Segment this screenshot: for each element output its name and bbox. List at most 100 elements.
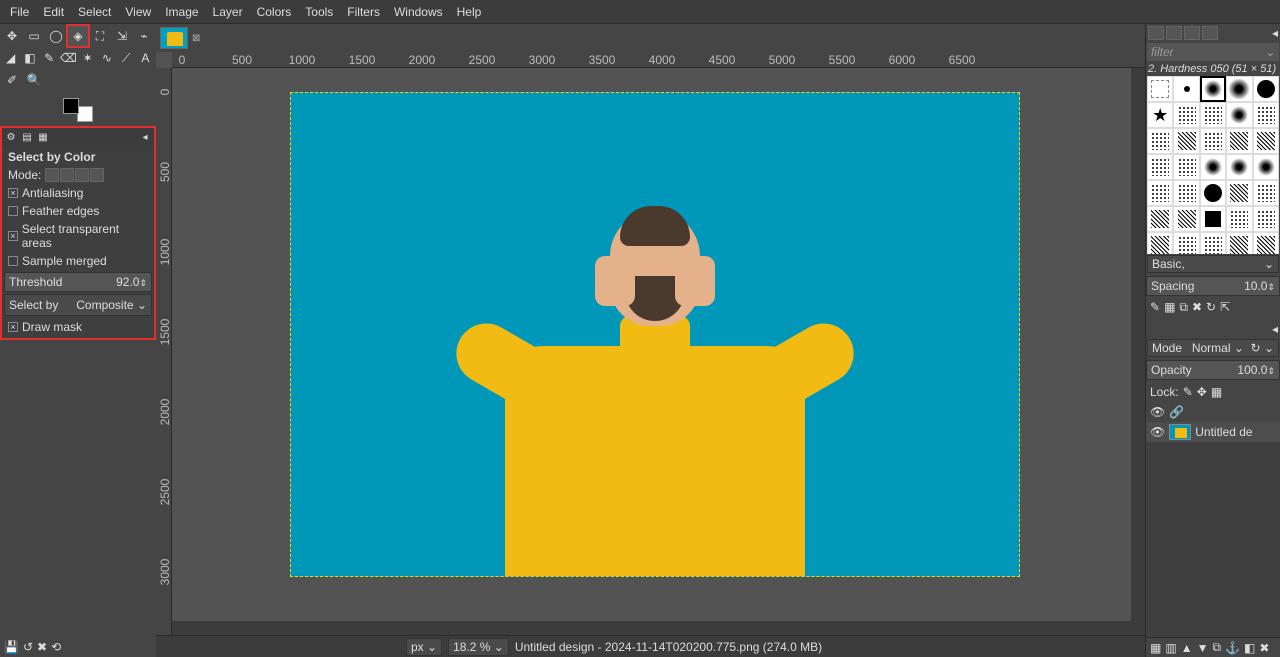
free-select-tool-icon[interactable]: ◯: [46, 26, 66, 46]
feather-checkbox[interactable]: Feather edges: [4, 202, 152, 220]
menu-select[interactable]: Select: [72, 3, 117, 21]
horizontal-ruler[interactable]: 0 500 1000 1500 2000 2500 3000 3500 4000…: [172, 52, 1145, 68]
mode-add-icon[interactable]: [60, 168, 74, 182]
new-layer-icon[interactable]: ▦: [1150, 641, 1161, 655]
brush-item[interactable]: [1173, 102, 1199, 128]
refresh-brushes-icon[interactable]: ↻: [1206, 300, 1216, 314]
brush-item[interactable]: [1253, 232, 1279, 254]
eraser-tool-icon[interactable]: ⌫: [60, 48, 77, 68]
tool-options-tab-icon[interactable]: ⚙: [4, 130, 18, 144]
mode-subtract-icon[interactable]: [75, 168, 89, 182]
brush-item[interactable]: [1200, 206, 1226, 232]
patterns-tab-icon[interactable]: [1166, 26, 1182, 40]
rect-select-tool-icon[interactable]: ▭: [24, 26, 44, 46]
brush-item[interactable]: [1226, 128, 1252, 154]
menu-edit[interactable]: Edit: [37, 3, 70, 21]
brush-item[interactable]: [1226, 102, 1252, 128]
transform-tool-icon[interactable]: ⇲: [112, 26, 132, 46]
brush-item[interactable]: [1226, 206, 1252, 232]
fonts-tab-icon[interactable]: [1184, 26, 1200, 40]
brush-item[interactable]: [1200, 232, 1226, 254]
layer-thumbnail[interactable]: [1169, 424, 1191, 440]
clone-tool-icon[interactable]: ✶: [79, 48, 96, 68]
brush-item[interactable]: [1226, 232, 1252, 254]
menu-image[interactable]: Image: [159, 3, 204, 21]
panel-menu-icon[interactable]: ◂: [1272, 322, 1278, 336]
open-as-image-icon[interactable]: ⇱: [1220, 300, 1230, 314]
stepper-icon[interactable]: ⇕: [139, 278, 147, 288]
image-tab[interactable]: [160, 27, 188, 49]
bg-color-swatch[interactable]: [77, 106, 93, 122]
undo-history-tab-icon[interactable]: ▦: [36, 130, 50, 144]
brush-item[interactable]: [1173, 154, 1199, 180]
reset-preset-icon[interactable]: ⟲: [51, 640, 61, 654]
brush-item[interactable]: [1253, 102, 1279, 128]
duplicate-layer-icon[interactable]: ⧉: [1212, 640, 1221, 655]
menu-colors[interactable]: Colors: [251, 3, 298, 21]
brush-item[interactable]: ★: [1147, 102, 1173, 128]
brush-item[interactable]: [1173, 180, 1199, 206]
new-brush-icon[interactable]: ▦: [1164, 300, 1175, 314]
transparent-checkbox[interactable]: Select transparent areas: [4, 220, 152, 252]
brush-item[interactable]: [1147, 180, 1173, 206]
brush-item[interactable]: [1147, 76, 1173, 102]
lock-position-icon[interactable]: ✥: [1197, 385, 1207, 399]
brush-item[interactable]: [1173, 232, 1199, 254]
brush-item[interactable]: [1253, 154, 1279, 180]
zoom-selector[interactable]: 18.2 % ⌄: [448, 638, 509, 656]
brush-item[interactable]: [1200, 128, 1226, 154]
menu-help[interactable]: Help: [451, 3, 488, 21]
menu-view[interactable]: View: [119, 3, 157, 21]
mode-replace-icon[interactable]: [45, 168, 59, 182]
save-preset-icon[interactable]: 💾: [4, 640, 19, 654]
vertical-ruler[interactable]: 0 500 1000 1500 2000 2500 3000: [156, 68, 172, 635]
brush-item[interactable]: [1173, 76, 1199, 102]
brush-item[interactable]: [1147, 154, 1173, 180]
brush-item[interactable]: [1200, 180, 1226, 206]
delete-layer-icon[interactable]: ✖: [1259, 641, 1269, 655]
smudge-tool-icon[interactable]: ∿: [98, 48, 115, 68]
text-tool-icon[interactable]: A: [137, 48, 154, 68]
brush-item[interactable]: [1253, 206, 1279, 232]
restore-preset-icon[interactable]: ↺: [23, 640, 33, 654]
delete-preset-icon[interactable]: ✖: [37, 640, 47, 654]
raise-layer-icon[interactable]: ▲: [1181, 641, 1193, 655]
brush-item[interactable]: [1147, 206, 1173, 232]
lower-layer-icon[interactable]: ▼: [1197, 641, 1209, 655]
brush-item[interactable]: [1253, 76, 1279, 102]
brush-item[interactable]: [1226, 180, 1252, 206]
brush-preset-dropdown[interactable]: Basic, ⌄: [1147, 255, 1279, 273]
stepper-icon[interactable]: ⇕: [1267, 366, 1275, 376]
zoom-tool-icon[interactable]: 🔍: [24, 70, 44, 90]
brush-item[interactable]: [1226, 154, 1252, 180]
spacing-slider[interactable]: Spacing 10.0⇕: [1146, 276, 1280, 296]
crop-tool-icon[interactable]: ⛶: [90, 26, 110, 46]
link-icon[interactable]: 🔗: [1169, 405, 1184, 419]
brush-item[interactable]: [1253, 128, 1279, 154]
stepper-icon[interactable]: ⇕: [1267, 282, 1275, 292]
color-swatch[interactable]: [63, 98, 93, 122]
brush-item[interactable]: [1200, 76, 1226, 102]
threshold-slider[interactable]: Threshold 92.0⇕: [4, 272, 152, 292]
bucket-tool-icon[interactable]: ◢: [2, 48, 19, 68]
select-by-color-tool-icon[interactable]: ◈: [68, 26, 88, 46]
duplicate-brush-icon[interactable]: ⧉: [1179, 300, 1188, 315]
blend-mode-dropdown[interactable]: Mode Normal ⌄ ↻ ⌄: [1147, 339, 1279, 357]
edit-brush-icon[interactable]: ✎: [1150, 300, 1160, 314]
brush-item[interactable]: [1173, 206, 1199, 232]
menu-filters[interactable]: Filters: [341, 3, 386, 21]
brush-item[interactable]: [1173, 128, 1199, 154]
mode-intersect-icon[interactable]: [90, 168, 104, 182]
brush-item[interactable]: [1147, 128, 1173, 154]
menu-tools[interactable]: Tools: [299, 3, 339, 21]
panel-menu-icon[interactable]: ◂: [1272, 26, 1278, 40]
draw-mask-checkbox[interactable]: Draw mask: [4, 318, 152, 336]
brush-item[interactable]: [1253, 180, 1279, 206]
menu-windows[interactable]: Windows: [388, 3, 449, 21]
unit-selector[interactable]: px ⌄: [406, 638, 442, 656]
brush-item[interactable]: [1226, 76, 1252, 102]
merge-layer-icon[interactable]: ⚓: [1225, 641, 1240, 655]
eye-icon[interactable]: 👁: [1150, 405, 1165, 419]
panel-menu-icon[interactable]: ◂: [138, 130, 152, 144]
brush-item[interactable]: [1147, 232, 1173, 254]
